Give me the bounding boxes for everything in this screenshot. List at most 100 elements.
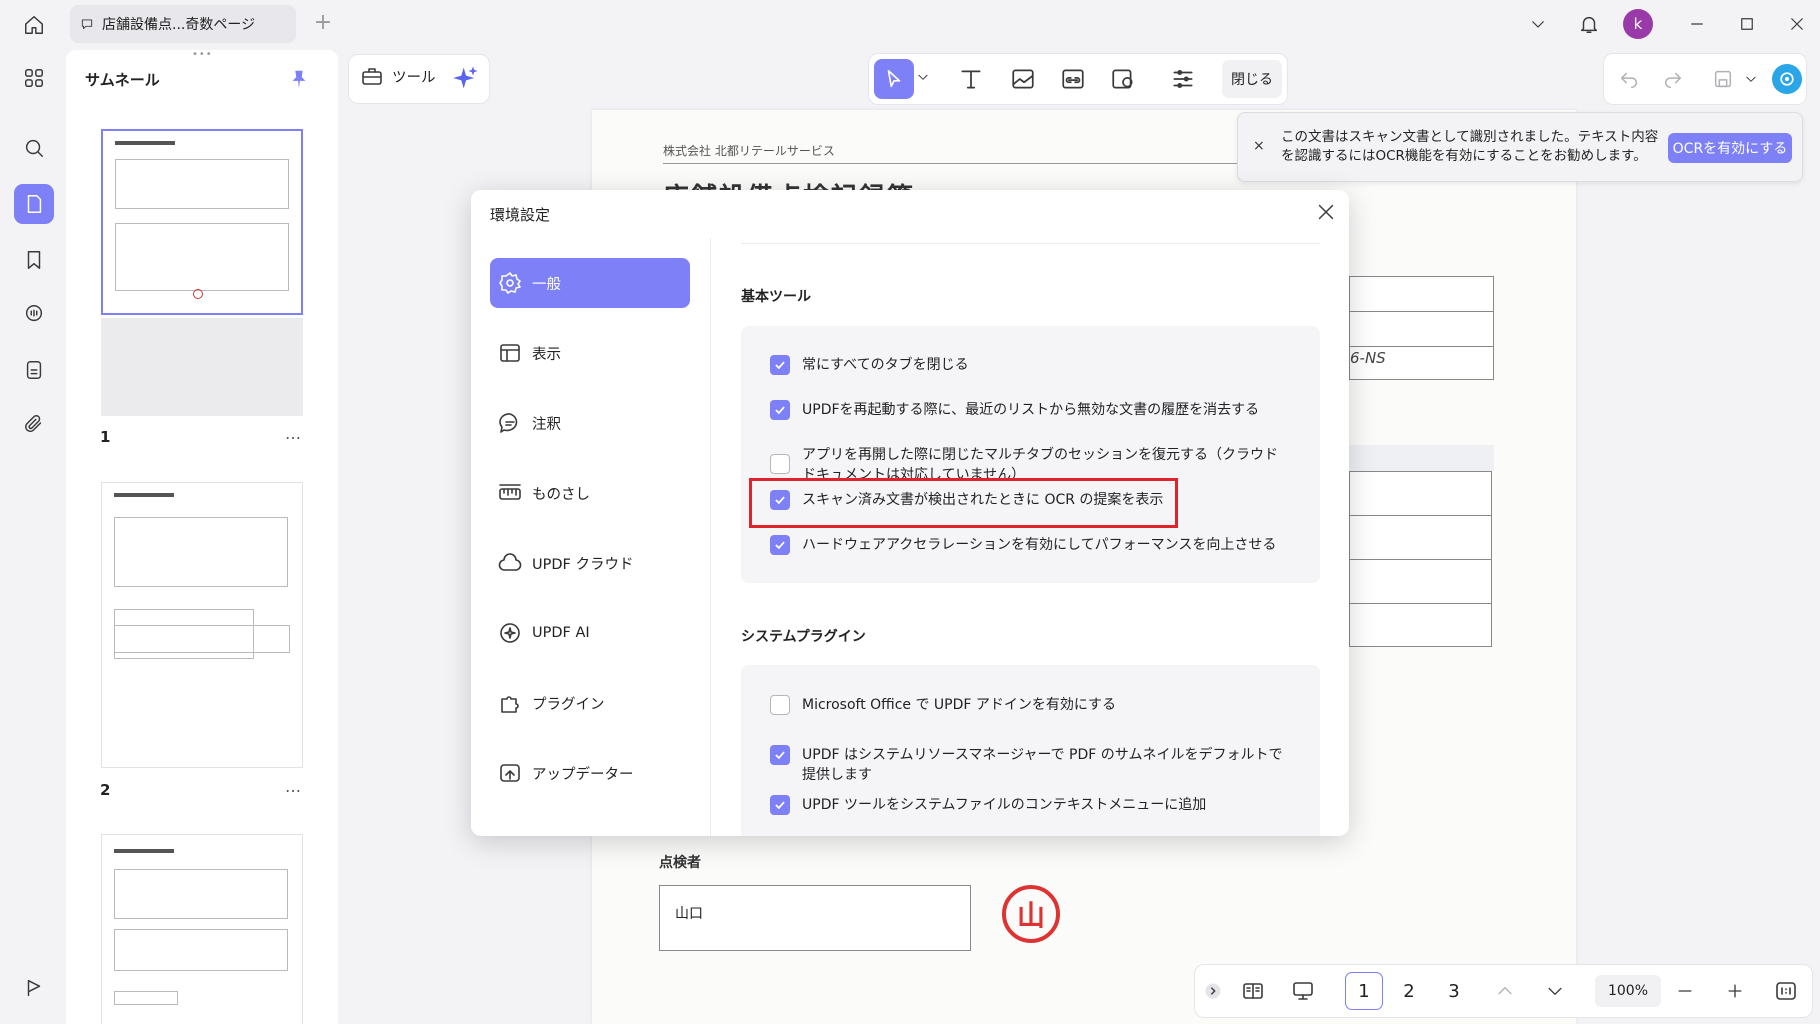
rail-search-button[interactable] — [14, 128, 54, 168]
redo-button[interactable] — [1662, 68, 1684, 90]
option-clear-invalid-history[interactable]: UPDFを再起動する際に、最近のリストから無効な文書の履歴を消去する — [770, 400, 1290, 420]
document-table — [1349, 471, 1492, 647]
maximize-icon — [1741, 18, 1753, 30]
nav-ai[interactable]: UPDF AI — [490, 608, 690, 658]
presentation-button[interactable] — [1290, 978, 1316, 1004]
undo-button[interactable] — [1618, 68, 1640, 90]
avatar[interactable]: k — [1623, 9, 1653, 39]
check-icon — [775, 541, 785, 550]
handwritten-text: 6-NS — [1350, 349, 1386, 367]
sliders-icon — [1173, 70, 1193, 88]
ai-orb-icon — [1780, 72, 1794, 86]
home-button[interactable] — [18, 10, 50, 40]
previous-page-button[interactable] — [1492, 978, 1518, 1004]
actual-size-button[interactable] — [1773, 978, 1799, 1004]
nav-annotation[interactable]: 注釈 — [490, 398, 690, 448]
undo-icon — [1620, 72, 1637, 88]
paperclip-icon — [25, 415, 42, 433]
select-tool-button[interactable] — [874, 59, 914, 99]
option-close-all-tabs[interactable]: 常にすべてのタブを閉じる — [770, 355, 1290, 375]
nav-display[interactable]: 表示 — [490, 328, 690, 378]
checkbox-checked[interactable] — [770, 400, 790, 420]
redo-icon — [1665, 72, 1682, 88]
enable-ocr-button[interactable]: OCRを有効にする — [1668, 133, 1792, 163]
collapse-bar-button[interactable] — [1200, 978, 1226, 1004]
nav-plugins[interactable]: プラグイン — [490, 678, 690, 728]
option-context-menu[interactable]: UPDF ツールをシステムファイルのコンテキストメニューに追加 — [770, 795, 1290, 815]
thumbnail-page-2[interactable] — [101, 482, 303, 768]
thumbnail-more-button[interactable]: … — [285, 424, 302, 443]
next-page-button[interactable] — [1542, 978, 1568, 1004]
panel-drag-handle[interactable]: ••• — [192, 50, 212, 60]
nav-cloud[interactable]: UPDF クラウド — [490, 538, 690, 588]
save-button[interactable] — [1712, 68, 1734, 90]
save-dropdown[interactable] — [1744, 72, 1758, 86]
text-icon — [961, 70, 981, 89]
rail-settings-button[interactable] — [14, 968, 54, 1008]
minus-icon — [1678, 990, 1692, 992]
presentation-icon — [1293, 982, 1313, 1000]
dialog-close-button[interactable] — [1315, 201, 1337, 223]
zoom-level[interactable]: 100% — [1595, 975, 1661, 1007]
option-office-addin[interactable]: Microsoft Office で UPDF アドインを有効にする — [770, 695, 1290, 715]
checkbox-checked[interactable] — [770, 795, 790, 815]
option-hardware-acceleration[interactable]: ハードウェアアクセラレーションを有効にしてパフォーマンスを向上させる — [770, 535, 1290, 555]
tools-button[interactable]: ツール — [360, 64, 436, 88]
tab-list-button[interactable] — [1524, 10, 1552, 38]
zoom-in-button[interactable] — [1722, 978, 1748, 1004]
minimize-icon — [1691, 23, 1703, 25]
toolbox-icon — [362, 68, 382, 85]
page-button-1[interactable]: 1 — [1345, 972, 1383, 1010]
divider — [663, 163, 1237, 164]
pin-button[interactable] — [288, 68, 310, 90]
checkbox-checked[interactable] — [770, 355, 790, 375]
rail-bookmark-button[interactable] — [14, 240, 54, 280]
updf-ai-button[interactable] — [1772, 64, 1802, 94]
zoom-out-button[interactable] — [1672, 978, 1698, 1004]
page-button-2[interactable]: 2 — [1390, 972, 1428, 1010]
rail-thumbnails-button[interactable] — [14, 184, 54, 224]
window-close-button[interactable] — [1782, 10, 1812, 38]
page-button-3[interactable]: 3 — [1435, 972, 1473, 1010]
thumbnail-panel-title: サムネール — [85, 71, 160, 89]
thumbnail-page-1[interactable] — [101, 129, 303, 315]
checkbox-unchecked[interactable] — [770, 695, 790, 715]
page-settings-button[interactable] — [1170, 66, 1196, 92]
rail-attachment-button[interactable] — [14, 404, 54, 444]
reading-mode-button[interactable] — [1240, 978, 1266, 1004]
ocr-banner-close-button[interactable]: × — [1253, 138, 1265, 154]
rail-comments-button[interactable] — [14, 294, 54, 334]
minimize-button[interactable] — [1682, 10, 1712, 38]
search-icon — [25, 139, 43, 157]
nav-general[interactable]: 一般 — [490, 258, 690, 308]
comment-icon — [499, 413, 518, 433]
check-icon — [775, 361, 785, 370]
shape-tool-button[interactable] — [1110, 66, 1136, 92]
thumbnail-more-button[interactable]: … — [285, 777, 302, 796]
ai-assistant-button[interactable] — [452, 64, 480, 92]
actual-size-icon — [1776, 982, 1796, 1000]
checkbox-checked[interactable] — [770, 535, 790, 555]
option-thumbnail-provider[interactable]: UPDF はシステムリソースマネージャーで PDF のサムネイルをデフォルトで提… — [770, 745, 1290, 785]
inspector-signature: 山口 — [675, 906, 703, 922]
select-tool-dropdown[interactable] — [916, 70, 930, 84]
rail-attachments-list-button[interactable] — [14, 350, 54, 390]
ai-icon — [500, 623, 520, 643]
notification-button[interactable] — [1574, 10, 1604, 38]
thumbnail-page-3[interactable] — [101, 834, 303, 1024]
option-label: 常にすべてのタブを閉じる — [802, 357, 969, 373]
maximize-button[interactable] — [1732, 10, 1762, 38]
link-tool-button[interactable] — [1060, 66, 1086, 92]
text-tool-button[interactable] — [958, 66, 984, 92]
rail-apps-button[interactable] — [14, 58, 54, 98]
checkbox-checked[interactable] — [770, 745, 790, 765]
new-tab-button[interactable]: + — [312, 12, 334, 34]
checkbox-unchecked[interactable] — [770, 454, 790, 474]
nav-measure[interactable]: ものさし — [490, 468, 690, 518]
check-icon — [775, 406, 785, 415]
close-edit-button[interactable]: 閉じる — [1222, 60, 1282, 98]
document-tab[interactable]: 店舗設備点...奇数ページ — [70, 5, 296, 43]
nav-updater[interactable]: アップデーター — [490, 748, 690, 798]
nav-label: UPDF クラウド — [532, 556, 634, 573]
image-tool-button[interactable] — [1010, 66, 1036, 92]
